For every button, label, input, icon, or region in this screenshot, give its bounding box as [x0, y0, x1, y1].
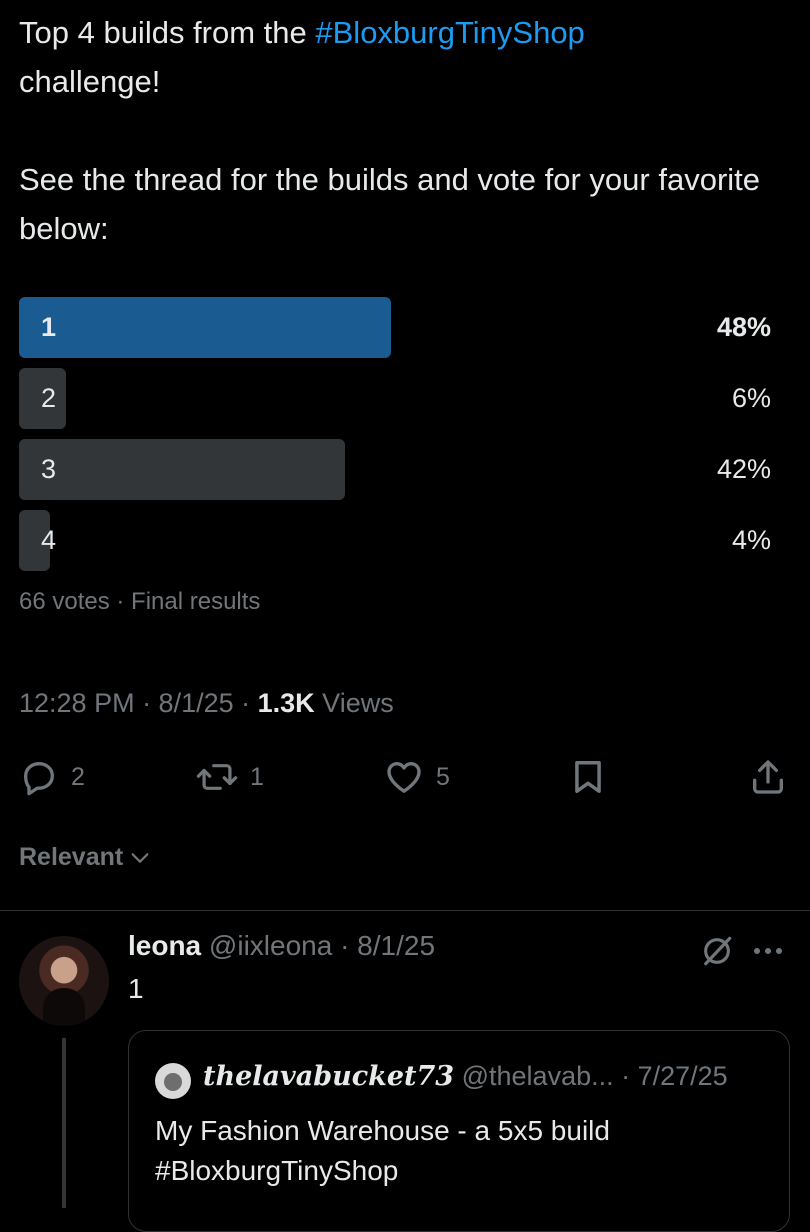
tweet-timestamp: 12:28 PM · 8/1/25 · 1.3K Views: [19, 688, 394, 719]
quoted-author-handle: @thelavab... · 7/27/25: [454, 1061, 728, 1091]
sort-dropdown[interactable]: Relevant: [19, 843, 151, 872]
sort-label: Relevant: [19, 843, 124, 871]
hashtag-link[interactable]: #BloxburgTinyShop: [315, 15, 584, 50]
tweet-text-prefix: Top 4 builds from the: [19, 15, 316, 50]
time-date[interactable]: 12:28 PM · 8/1/25 ·: [19, 688, 258, 718]
more-icon[interactable]: [752, 944, 784, 962]
poll-option: 1 48%: [19, 297, 771, 358]
poll-option-percent: 42%: [716, 454, 771, 484]
poll-option-label: 1: [41, 312, 57, 342]
like-count: 5: [436, 762, 450, 791]
bookmark-button[interactable]: [569, 752, 607, 802]
reply-icon: [24, 762, 54, 796]
poll-bar: [19, 297, 391, 358]
share-button[interactable]: [748, 752, 788, 802]
like-icon: [387, 762, 421, 793]
quoted-tweet[interactable]: thelavabucket73 @thelavab... · 7/27/25 M…: [128, 1030, 790, 1232]
grok-icon[interactable]: [700, 934, 734, 973]
poll: 1 48% 2 6% 3 42% 4 4%: [19, 297, 771, 581]
tweet-line-2: See the thread for the builds and vote f…: [19, 162, 761, 246]
retweet-button[interactable]: 1: [196, 752, 264, 802]
bookmark-icon: [575, 761, 601, 793]
quoted-text: My Fashion Warehouse - a 5x5 build #Blox…: [155, 1115, 610, 1186]
divider: [0, 910, 810, 911]
quoted-avatar: [155, 1063, 191, 1099]
avatar[interactable]: [19, 936, 109, 1026]
poll-option-percent: 4%: [731, 525, 771, 555]
poll-bar: [19, 439, 345, 500]
poll-option: 4 4%: [19, 510, 771, 571]
retweet-icon: [196, 764, 238, 790]
reply-author-handle[interactable]: @iixleona · 8/1/25: [201, 930, 435, 961]
action-bar: 2 1 5: [0, 752, 810, 802]
share-icon: [753, 760, 783, 794]
poll-option: 2 6%: [19, 368, 771, 429]
poll-option-percent: 6%: [731, 383, 771, 413]
thread-line: [62, 1038, 66, 1208]
quoted-author-name: thelavabucket73: [203, 1061, 455, 1092]
poll-meta: 66 votes · Final results: [19, 588, 261, 615]
reply-header: leona @iixleona · 8/1/25: [128, 930, 435, 962]
reply-author-name[interactable]: leona: [128, 930, 201, 961]
poll-option-label: 2: [41, 383, 57, 413]
chevron-down-icon: [131, 852, 149, 863]
poll-option: 3 42%: [19, 439, 771, 500]
views-count: 1.3K: [257, 688, 315, 718]
quoted-header: thelavabucket73 @thelavab... · 7/27/25: [203, 1061, 728, 1092]
tweet-text: Top 4 builds from the #BloxburgTinyShop …: [19, 8, 779, 253]
poll-option-percent: 48%: [716, 312, 771, 342]
reply-button[interactable]: 2: [19, 752, 85, 802]
reply-count: 2: [71, 762, 85, 791]
like-button[interactable]: 5: [384, 752, 450, 802]
tweet-text-suffix: challenge!: [19, 64, 161, 99]
retweet-count: 1: [250, 762, 264, 791]
reply-text: 1: [128, 973, 144, 1004]
tweet-line-1: Top 4 builds from the #BloxburgTinyShop …: [19, 8, 779, 106]
poll-option-label: 4: [41, 525, 57, 555]
views-label: Views: [314, 688, 394, 718]
poll-option-label: 3: [41, 454, 57, 484]
